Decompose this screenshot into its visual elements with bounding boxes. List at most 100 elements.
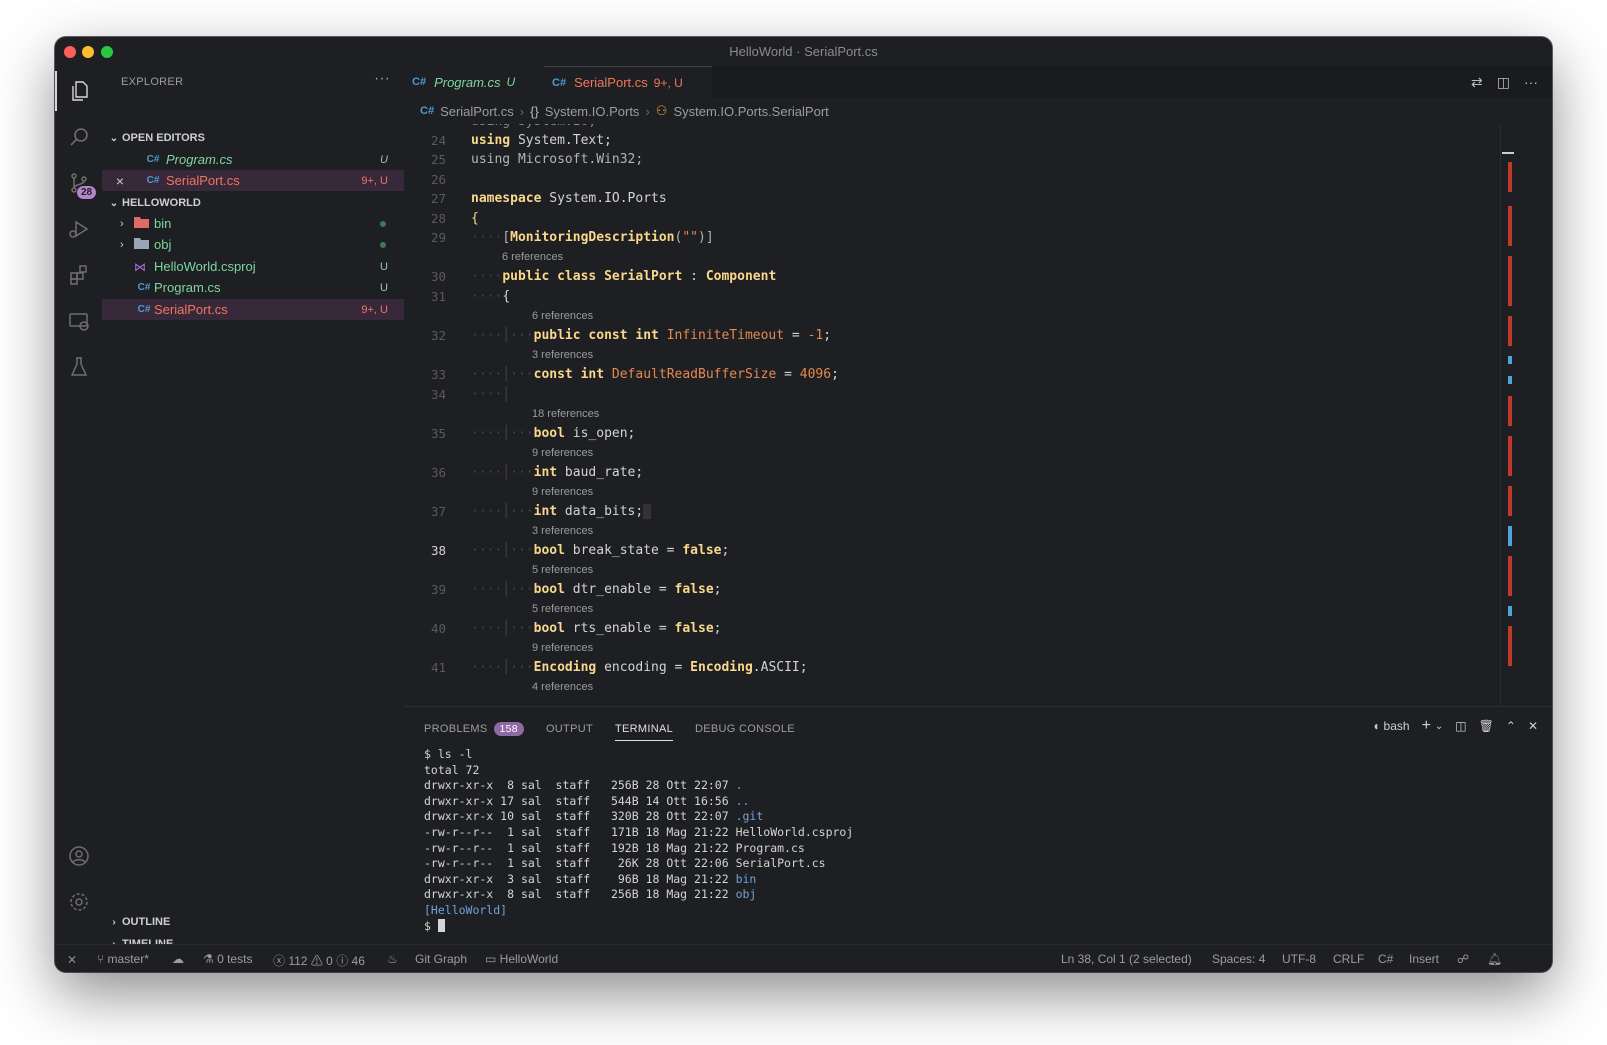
breadcrumb-file[interactable]: SerialPort.cs	[440, 104, 514, 119]
open-editor-item[interactable]: × C# SerialPort.cs 9+, U	[102, 170, 404, 191]
notifications-bell-icon[interactable]: 🔔︎	[1487, 952, 1502, 966]
editor-mode[interactable]: Insert	[1409, 952, 1439, 966]
codelens-references[interactable]: 3 references	[532, 525, 593, 537]
codelens-references[interactable]: 18 references	[532, 408, 599, 420]
remote-explorer-icon[interactable]	[55, 301, 102, 341]
remote-icon[interactable]: ⨯	[67, 952, 77, 966]
code-line: ····{	[471, 289, 511, 304]
language-mode[interactable]: C#	[1378, 952, 1393, 966]
terminal-icon: ◖	[1372, 719, 1380, 733]
git-graph-button[interactable]: Git Graph	[415, 952, 467, 966]
codelens-references[interactable]: 3 references	[532, 349, 593, 361]
bottom-panel: PROBLEMS 158 OUTPUT TERMINAL DEBUG CONSO…	[404, 706, 1552, 944]
codelens-references[interactable]: 6 references	[502, 251, 563, 263]
chevron-right-icon: ›	[645, 103, 650, 119]
file-info: 17 sal staff 544B 14 Ott 16:56	[493, 793, 736, 808]
source-control-icon[interactable]: 28	[55, 163, 102, 203]
tab-problems[interactable]: PROBLEMS 158	[424, 717, 524, 741]
tree-item-label: bin	[154, 216, 172, 231]
file-permissions: drwxr-xr-x	[424, 871, 494, 886]
error-marker	[1508, 256, 1512, 306]
terminal-prompt-dir: [HelloWorld]	[424, 902, 508, 917]
split-terminal-icon[interactable]: ◫	[1455, 719, 1466, 733]
indentation[interactable]: Spaces: 4	[1212, 952, 1265, 966]
tree-item-bin[interactable]: › bin	[102, 213, 404, 234]
open-changes-icon[interactable]: ⇄	[1471, 74, 1483, 91]
close-panel-icon[interactable]: ✕	[1528, 719, 1538, 733]
accounts-icon[interactable]	[55, 836, 102, 876]
maximize-panel-icon[interactable]: ⌃	[1506, 719, 1516, 733]
breadcrumb-class[interactable]: System.IO.Ports.SerialPort	[673, 104, 828, 119]
breadcrumb-namespace[interactable]: System.IO.Ports	[545, 104, 640, 119]
project-section[interactable]: ⌄ HELLOWORLD	[106, 193, 201, 213]
branch-status[interactable]: ⑂ master*	[97, 952, 149, 966]
tab-serialport[interactable]: C# SerialPort.cs 9+, U	[544, 66, 712, 98]
codelens-references[interactable]: 9 references	[532, 447, 593, 459]
more-actions-icon[interactable]: ···	[1524, 74, 1538, 91]
end-of-line[interactable]: CRLF	[1333, 952, 1364, 966]
code-line: ····│···bool break_state = false;	[471, 543, 730, 558]
file-permissions: -rw-r--r--	[424, 824, 494, 839]
breadcrumb: C# SerialPort.cs › {} System.IO.Ports › …	[420, 102, 829, 120]
testing-icon[interactable]	[55, 347, 102, 387]
codelens-references[interactable]: 5 references	[532, 603, 593, 615]
codelens-references[interactable]: 5 references	[532, 564, 593, 576]
tab-output[interactable]: OUTPUT	[546, 717, 593, 741]
tab-debug-console[interactable]: DEBUG CONSOLE	[695, 717, 795, 741]
tab-label: DEBUG CONSOLE	[695, 723, 795, 735]
outline-section[interactable]: › OUTLINE	[106, 912, 170, 932]
problems-status[interactable]: ⓧ 112 ⚠ 0 ⓘ 46	[273, 952, 365, 969]
panel-actions: ◖ bash + ⌄ ◫ 🗑 ⌃ ✕	[1372, 717, 1538, 735]
codelens-references[interactable]: 6 references	[532, 310, 593, 322]
tab-program[interactable]: C# Program.cs U	[404, 66, 544, 98]
new-terminal-icon[interactable]: +	[1422, 717, 1431, 735]
tree-item-serialport[interactable]: C# SerialPort.cs 9+, U	[102, 299, 404, 320]
extensions-icon[interactable]	[55, 255, 102, 295]
line-number: 33	[430, 367, 446, 382]
open-editors-section[interactable]: ⌄ OPEN EDITORS	[106, 128, 205, 148]
terminal-shell-selector[interactable]: ◖ bash	[1372, 719, 1409, 733]
tree-item-program[interactable]: C# Program.cs U	[102, 277, 404, 298]
csharp-file-icon: C#	[137, 282, 151, 293]
encoding[interactable]: UTF-8	[1282, 952, 1316, 966]
error-icon: ⓧ	[273, 954, 289, 968]
tab-terminal[interactable]: TERMINAL	[614, 717, 674, 741]
cursor-position[interactable]: Ln 38, Col 1 (2 selected)	[1061, 952, 1192, 966]
tree-item-csproj[interactable]: ⋈ HelloWorld.csproj U	[102, 256, 404, 277]
tab-label: TERMINAL	[614, 722, 674, 735]
code-line: ····│···bool dtr_enable = false;	[471, 582, 722, 597]
chevron-right-icon: ›	[120, 238, 124, 251]
code-editor[interactable]: using System.IO; 24 using System.Text; 2…	[404, 124, 1500, 706]
split-editor-icon[interactable]: ◫	[1497, 74, 1510, 91]
sync-icon[interactable]: ☁	[172, 952, 184, 966]
folder-status[interactable]: ▭ HelloWorld	[485, 952, 558, 966]
codelens-references[interactable]: 9 references	[532, 486, 593, 498]
terminal-line: drwxr-xr-x 8 sal staff 256B 28 Ott 22:07…	[424, 778, 853, 794]
feedback-icon[interactable]: ☍	[1457, 952, 1469, 966]
flask-icon: ⚗	[203, 952, 218, 966]
run-debug-icon[interactable]	[55, 209, 102, 249]
settings-gear-icon[interactable]	[55, 882, 102, 922]
search-icon[interactable]	[55, 117, 102, 157]
trash-icon[interactable]: 🗑	[1479, 719, 1494, 733]
tree-item-label: HelloWorld.csproj	[154, 259, 256, 274]
status-bar: ⨯ ⑂ master* ☁ ⚗ 0 tests ⓧ 112 ⚠ 0 ⓘ 46 ♨…	[55, 944, 1552, 972]
codelens-references[interactable]: 4 references	[532, 681, 593, 693]
chevron-right-icon: ›	[519, 103, 525, 119]
error-marker	[1508, 206, 1512, 246]
explorer-icon[interactable]	[55, 71, 102, 111]
chevron-down-icon[interactable]: ⌄	[1435, 721, 1443, 732]
more-actions-icon[interactable]: ···	[374, 70, 390, 88]
git-status: U	[380, 260, 388, 273]
terminal-line: drwxr-xr-x 3 sal staff 96B 18 Mag 21:22 …	[424, 872, 853, 888]
tree-item-obj[interactable]: › obj	[102, 234, 404, 255]
flame-icon[interactable]: ♨	[387, 952, 398, 966]
codelens-references[interactable]: 9 references	[532, 642, 593, 654]
terminal-output[interactable]: $ ls -l total 72 drwxr-xr-x 8 sal staff 25…	[424, 747, 853, 934]
tests-status[interactable]: ⚗ 0 tests	[203, 952, 252, 966]
terminal-cursor	[437, 918, 445, 932]
close-icon[interactable]: ×	[102, 173, 124, 189]
info-marker	[1508, 526, 1512, 546]
info-icon: ⓘ	[336, 954, 352, 968]
open-editor-item[interactable]: C# Program.cs U	[102, 149, 404, 170]
